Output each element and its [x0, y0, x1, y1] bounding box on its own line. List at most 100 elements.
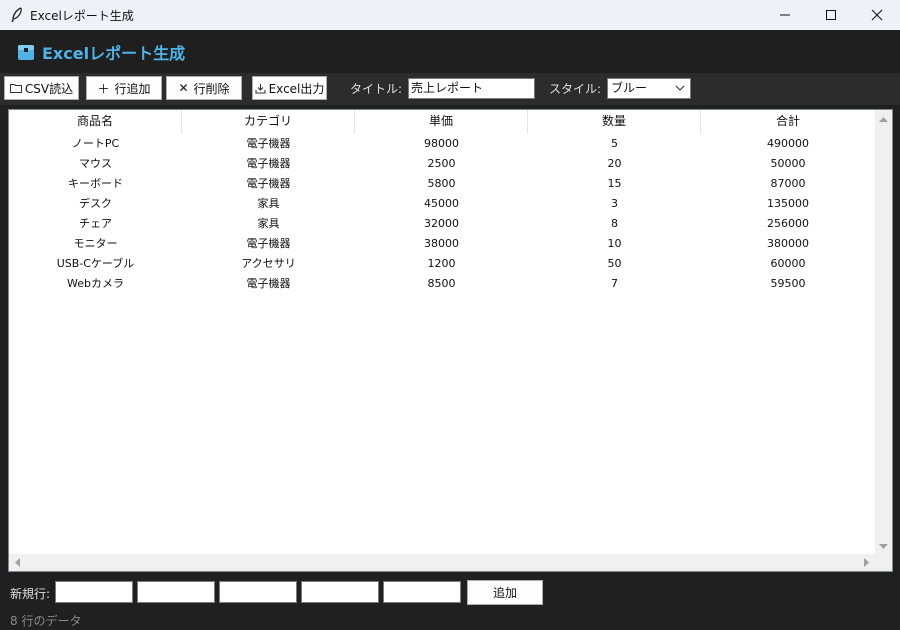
- folder-icon: [9, 84, 22, 93]
- window-titlebar: Excelレポート生成: [0, 0, 900, 30]
- plus-icon: ＋: [97, 81, 110, 96]
- scroll-left-icon[interactable]: [10, 554, 24, 571]
- table-cell: 32000: [424, 217, 459, 230]
- csv-import-label: CSV読込: [24, 81, 74, 96]
- delete-row-label: 行削除: [193, 81, 230, 96]
- table-cell: 電子機器: [246, 157, 291, 170]
- column-header[interactable]: 数量: [528, 110, 701, 134]
- table-cell: 電子機器: [246, 237, 291, 250]
- download-icon: [255, 83, 266, 94]
- table-cell: 60000: [770, 257, 806, 270]
- minimize-icon: [780, 14, 790, 16]
- style-label: スタイル:: [549, 82, 602, 96]
- minimize-button[interactable]: [762, 0, 808, 30]
- table-cell: 電子機器: [246, 177, 291, 190]
- table-cell: 5800: [427, 177, 456, 190]
- table-cell: 50000: [770, 157, 806, 170]
- delete-row-button[interactable]: ✕ 行削除: [166, 76, 242, 100]
- new-row-input-total[interactable]: [383, 581, 461, 603]
- app-header: Excelレポート生成: [0, 30, 900, 73]
- table-cell: 家具: [257, 197, 280, 210]
- new-row-input-quantity[interactable]: [301, 581, 379, 603]
- table-cell: 1200: [427, 257, 456, 270]
- table-row[interactable]: デスク 家具 45000 3 135000: [9, 194, 875, 214]
- table-row[interactable]: キーボード 電子機器 5800 15 87000: [9, 174, 875, 194]
- new-row-input-product[interactable]: [55, 581, 133, 603]
- table-cell: デスク: [79, 197, 112, 210]
- x-icon: ✕: [178, 81, 189, 95]
- scroll-right-icon[interactable]: [860, 554, 874, 571]
- package-icon: [18, 44, 34, 60]
- new-row-input-category[interactable]: [137, 581, 215, 603]
- table-cell: Webカメラ: [67, 277, 124, 290]
- table-cell: 490000: [767, 137, 809, 150]
- scroll-down-icon[interactable]: [875, 540, 892, 554]
- table-cell: USB-Cケーブル: [56, 257, 135, 270]
- window-title: Excelレポート生成: [30, 8, 134, 23]
- table-cell: 8500: [427, 277, 456, 290]
- table-row[interactable]: Webカメラ 電子機器 8500 7 59500: [9, 274, 875, 294]
- column-header[interactable]: カテゴリ: [182, 110, 355, 134]
- add-row-label: 行追加: [114, 81, 151, 96]
- table-cell: 38000: [424, 237, 459, 250]
- add-new-row-button[interactable]: 追加: [467, 580, 543, 605]
- table-cell: 87000: [770, 177, 806, 190]
- table-row[interactable]: ノートPC 電子機器 98000 5 490000: [9, 134, 875, 154]
- table-cell: 7: [611, 277, 618, 290]
- table-cell: チェア: [79, 217, 112, 230]
- table-cell: 電子機器: [246, 277, 291, 290]
- table-cell: 50: [607, 257, 622, 270]
- table-header: 商品名 カテゴリ 単価 数量 合計: [9, 110, 875, 134]
- column-header[interactable]: 合計: [701, 110, 875, 134]
- table-cell: 5: [611, 137, 618, 150]
- feather-icon: [11, 7, 22, 23]
- table-cell: 380000: [767, 237, 809, 250]
- table-cell: 家具: [257, 217, 280, 230]
- new-row-label: 新規行:: [10, 587, 51, 601]
- scroll-up-icon[interactable]: [875, 112, 892, 126]
- table-cell: アクセサリ: [241, 257, 296, 270]
- status-text: 8 行のデータ: [10, 614, 82, 628]
- chevron-down-icon: [675, 85, 685, 91]
- title-input[interactable]: 売上レポート: [408, 78, 535, 99]
- table-cell: 98000: [424, 137, 459, 150]
- table-row[interactable]: チェア 家具 32000 8 256000: [9, 214, 875, 234]
- table-cell: 3: [611, 197, 618, 210]
- app-title: Excelレポート生成: [42, 43, 186, 63]
- style-select[interactable]: ブルー: [607, 78, 691, 99]
- table-cell: 20: [607, 157, 622, 170]
- table-body: ノートPC 電子機器 98000 5 490000 マウス 電子機器 2500 20 50000 キ…: [9, 134, 875, 294]
- add-row-button[interactable]: ＋ 行追加: [86, 76, 162, 100]
- column-header[interactable]: 商品名: [9, 110, 182, 134]
- table-cell: マウス: [79, 157, 112, 170]
- table-row[interactable]: モニター 電子機器 38000 10 380000: [9, 234, 875, 254]
- table-cell: 59500: [770, 277, 806, 290]
- table-cell: 電子機器: [246, 137, 291, 150]
- table-cell: 10: [607, 237, 622, 250]
- table-cell: 8: [611, 217, 618, 230]
- table-cell: 15: [607, 177, 622, 190]
- data-table[interactable]: 商品名 カテゴリ 単価 数量 合計 ノートPC 電子機器 98000 5 490000 マ…: [8, 109, 893, 572]
- toolbar: CSV読込 ＋ 行追加 ✕ 行削除 Excel出力 タイトル: 売上レポート ス…: [0, 73, 900, 105]
- new-row-input-price[interactable]: [219, 581, 297, 603]
- maximize-icon: [826, 10, 836, 20]
- close-button[interactable]: [854, 0, 900, 30]
- table-cell: 2500: [427, 157, 456, 170]
- horizontal-scrollbar[interactable]: [9, 554, 875, 571]
- table-cell: ノートPC: [71, 137, 120, 150]
- column-header[interactable]: 単価: [355, 110, 528, 134]
- table-cell: キーボード: [68, 177, 123, 190]
- excel-export-label: Excel出力: [268, 81, 325, 96]
- table-row[interactable]: マウス 電子機器 2500 20 50000: [9, 154, 875, 174]
- scrollbar-corner: [875, 554, 892, 571]
- vertical-scrollbar[interactable]: [875, 110, 892, 554]
- new-row-bar: 新規行: 追加: [0, 576, 900, 608]
- maximize-button[interactable]: [808, 0, 854, 30]
- table-cell: 45000: [424, 197, 459, 210]
- table-row[interactable]: USB-Cケーブル アクセサリ 1200 50 60000: [9, 254, 875, 274]
- close-icon: [871, 9, 883, 21]
- style-select-value: ブルー: [611, 81, 648, 95]
- csv-import-button[interactable]: CSV読込: [4, 76, 79, 100]
- title-label: タイトル:: [350, 82, 403, 96]
- excel-export-button[interactable]: Excel出力: [252, 76, 327, 100]
